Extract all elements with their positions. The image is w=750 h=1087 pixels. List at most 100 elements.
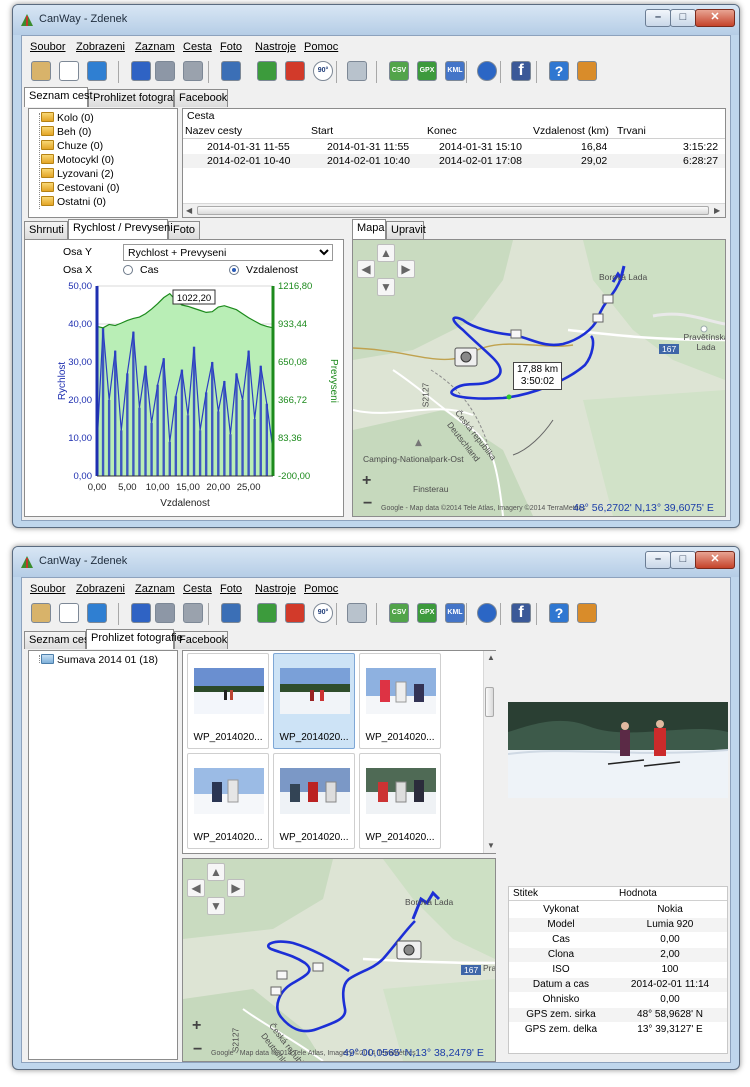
database-upload-button[interactable] [152, 600, 178, 626]
close-button[interactable]: ✕ [695, 551, 735, 569]
pan-down-icon[interactable]: ▼ [207, 897, 225, 915]
osa-y-select[interactable]: Rychlost + Prevyseni [123, 244, 333, 261]
col-header-hodnota[interactable]: Hodnota [619, 887, 657, 901]
export-kml-button[interactable]: KML [442, 58, 468, 84]
property-row[interactable]: ISO 100 [509, 963, 727, 977]
property-row[interactable]: Vykonat Nokia [509, 903, 727, 917]
delete-image-button[interactable] [282, 58, 308, 84]
export-gpx-button[interactable]: GPX [414, 58, 440, 84]
table-row[interactable]: 2014-02-01 10-40 2014-02-01 10:40 2014-0… [183, 154, 725, 168]
menu-pomoc[interactable]: Pomoc [304, 41, 338, 53]
tab-seznam-cest[interactable]: Seznam cest [24, 631, 93, 649]
route-map[interactable]: ▲ Borová Lada Pravětínská Lada Camping-N… [352, 239, 726, 517]
tree-item-album[interactable]: Sumava 2014 01 (18) [41, 653, 158, 667]
exit-button[interactable] [574, 600, 600, 626]
pan-up-icon[interactable]: ▲ [207, 863, 225, 881]
google-earth-button[interactable] [474, 58, 500, 84]
pan-right-icon[interactable]: ▶ [397, 260, 415, 278]
title-bar[interactable]: CanWay - Zdenek – □ ✕ [13, 5, 739, 35]
menu-soubor[interactable]: Soubor [30, 583, 65, 595]
tab-facebook[interactable]: Facebook [174, 89, 228, 107]
google-earth-button[interactable] [474, 600, 500, 626]
zoom-in-button[interactable]: + [192, 1017, 201, 1035]
tree-item-motocykl[interactable]: Motocykl (0) [41, 153, 114, 167]
maximize-button[interactable]: □ [670, 9, 696, 27]
scroll-thumb[interactable] [485, 687, 494, 717]
pan-down-icon[interactable]: ▼ [377, 278, 395, 296]
delete-image-button[interactable] [282, 600, 308, 626]
zoom-out-button[interactable]: − [193, 1041, 202, 1059]
menu-zaznam[interactable]: Zaznam [135, 583, 175, 595]
chart-bar-button[interactable] [84, 600, 110, 626]
phone-button[interactable] [128, 600, 154, 626]
menu-foto[interactable]: Foto [220, 41, 242, 53]
photo-item[interactable]: WP_2014020... [273, 753, 355, 849]
pan-up-icon[interactable]: ▲ [377, 244, 395, 262]
menu-cesta[interactable]: Cesta [183, 41, 212, 53]
col-header-trvani[interactable]: Trvani [617, 123, 646, 139]
facebook-button[interactable]: f [508, 600, 534, 626]
zoom-out-button[interactable]: − [363, 495, 372, 513]
menu-zobrazeni[interactable]: Zobrazeni [76, 583, 125, 595]
zoom-in-button[interactable]: + [362, 472, 371, 490]
tab-foto[interactable]: Foto [168, 221, 200, 239]
title-bar[interactable]: CanWay - Zdenek – □ ✕ [13, 547, 739, 577]
tree-item-lyzovani[interactable]: Lyzovani (2) [41, 167, 114, 181]
property-row[interactable]: Ohnisko 0,00 [509, 993, 727, 1007]
tab-prohlizet-fotografie[interactable]: Prohlizet fotografie [88, 89, 185, 107]
menu-soubor[interactable]: Soubor [30, 41, 65, 53]
tab-seznam-cest[interactable]: Seznam cest [24, 87, 93, 107]
chart-line-button[interactable] [56, 600, 82, 626]
menu-nastroje[interactable]: Nastroje [255, 583, 296, 595]
tab-prohlizet-fotografie[interactable]: Prohlizet fotografie [86, 629, 183, 649]
chart-line-button[interactable] [56, 58, 82, 84]
col-header-nazev[interactable]: Nazev cesty [185, 123, 242, 139]
tools-button[interactable] [344, 600, 370, 626]
menu-cesta[interactable]: Cesta [183, 583, 212, 595]
scroll-right-icon[interactable]: ▶ [714, 206, 720, 215]
pan-left-icon[interactable]: ◀ [357, 260, 375, 278]
tab-upravit[interactable]: Upravit [386, 221, 426, 239]
map-button[interactable] [28, 58, 54, 84]
tools-button[interactable] [344, 58, 370, 84]
col-header-konec[interactable]: Konec [427, 123, 457, 139]
photo-item[interactable]: WP_2014020... [187, 753, 269, 849]
pan-left-icon[interactable]: ◀ [187, 879, 205, 897]
tab-rychlost-prevyseni[interactable]: Rychlost / Prevyseni [68, 219, 173, 239]
tab-shrnuti[interactable]: Shrnuti [24, 221, 68, 239]
export-csv-button[interactable]: CSV [386, 600, 412, 626]
property-row[interactable]: Cas 0,00 [509, 933, 727, 947]
database-edit-button[interactable] [180, 58, 206, 84]
menu-pomoc[interactable]: Pomoc [304, 583, 338, 595]
minimize-button[interactable]: – [645, 9, 671, 27]
property-row[interactable]: Model Lumia 920 [509, 918, 727, 932]
scroll-down-icon[interactable]: ▼ [487, 841, 495, 850]
scroll-left-icon[interactable]: ◀ [186, 206, 192, 215]
menu-zaznam[interactable]: Zaznam [135, 41, 175, 53]
tree-item-kolo[interactable]: Kolo (0) [41, 111, 94, 125]
help-button[interactable]: ? [546, 600, 572, 626]
scroll-up-icon[interactable]: ▲ [487, 653, 495, 662]
tree-item-beh[interactable]: Beh (0) [41, 125, 91, 139]
close-button[interactable]: ✕ [695, 9, 735, 27]
import-button[interactable] [218, 600, 244, 626]
photo-item[interactable]: WP_2014020... [359, 753, 441, 849]
map-button[interactable] [28, 600, 54, 626]
help-button[interactable]: ? [546, 58, 572, 84]
property-row[interactable]: GPS zem. sirka 48° 58,9628' N [509, 1008, 727, 1022]
photo-map[interactable]: Borová Lada Pra Česká republika Deutschl… [182, 858, 496, 1062]
rotate-90-button[interactable]: 90° [310, 600, 336, 626]
add-image-button[interactable] [254, 600, 280, 626]
photo-item-selected[interactable]: WP_2014020... [273, 653, 355, 749]
add-image-button[interactable] [254, 58, 280, 84]
photo-grid-scrollbar[interactable]: ▲ ▼ [483, 651, 496, 853]
property-row[interactable]: Datum a cas 2014-02-01 11:14 [509, 978, 727, 992]
property-row[interactable]: GPS zem. delka 13° 39,3127' E [509, 1023, 727, 1037]
minimize-button[interactable]: – [645, 551, 671, 569]
export-csv-button[interactable]: CSV [386, 58, 412, 84]
col-header-vzdalenost[interactable]: Vzdalenost (km) [533, 123, 609, 139]
database-edit-button[interactable] [180, 600, 206, 626]
export-gpx-button[interactable]: GPX [414, 600, 440, 626]
table-row[interactable]: 2014-01-31 11-55 2014-01-31 11:55 2014-0… [183, 140, 725, 154]
col-header-start[interactable]: Start [311, 123, 333, 139]
